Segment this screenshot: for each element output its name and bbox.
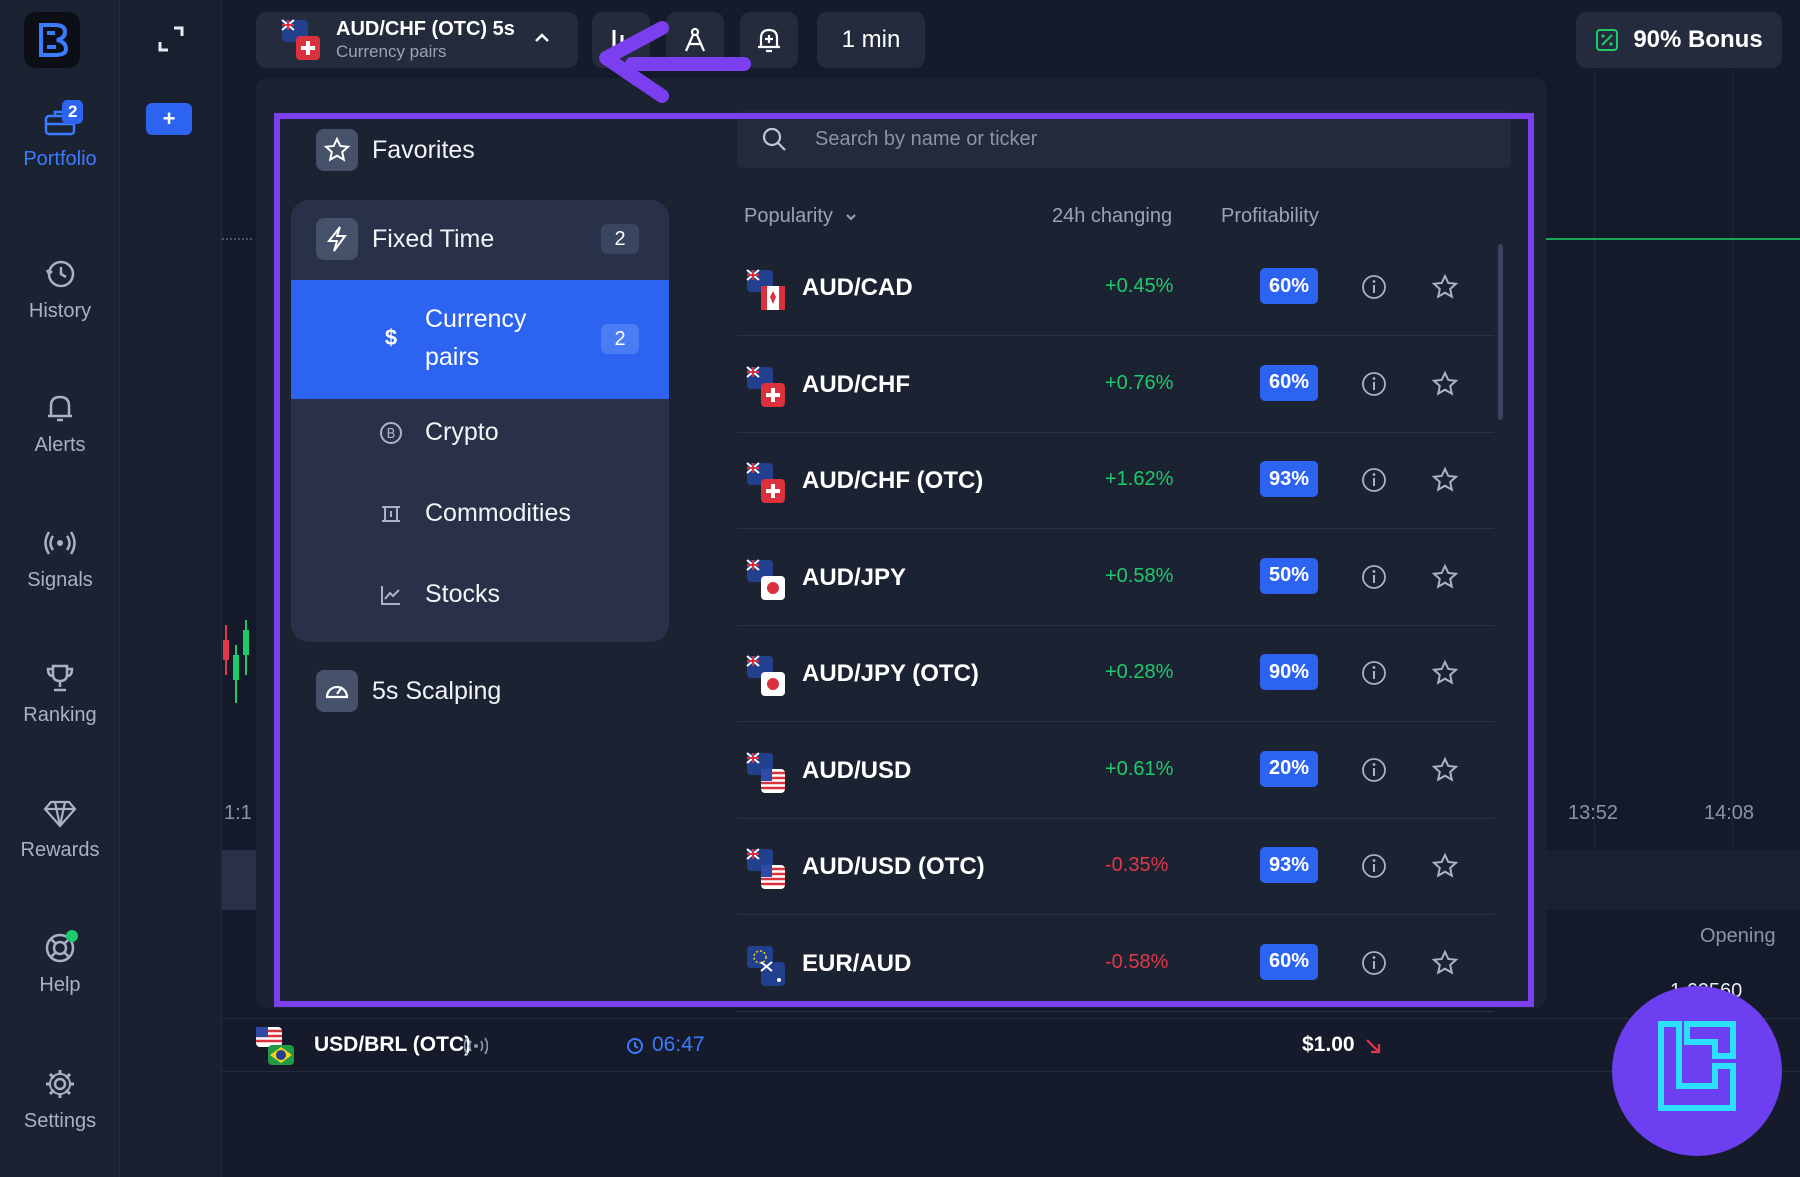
app-logo[interactable] xyxy=(24,12,80,68)
rail-ranking[interactable]: Ranking xyxy=(0,660,120,727)
grid-line xyxy=(1732,70,1733,850)
rail-portfolio[interactable]: 2 Portfolio xyxy=(0,100,120,171)
clock-icon xyxy=(627,1038,643,1054)
watermark-icon xyxy=(1658,1021,1736,1111)
chevron-up-icon xyxy=(535,33,549,42)
rail-signals-label: Signals xyxy=(27,569,93,591)
portfolio-badge: 2 xyxy=(62,100,84,124)
expand-icon[interactable] xyxy=(154,22,188,56)
aud-chf-flag-icon xyxy=(281,19,320,60)
bonus-label: 90% Bonus xyxy=(1633,26,1763,53)
trade-row[interactable]: USD/BRL (OTC) 06:47 $1.00 xyxy=(222,1018,1800,1072)
diamond-icon xyxy=(43,800,77,828)
asset-category: Currency pairs xyxy=(336,42,447,61)
asset-name: AUD/CHF (OTC) 5s xyxy=(336,18,515,40)
rail-rewards-label: Rewards xyxy=(20,839,100,861)
usd-brl-flag-icon xyxy=(256,1027,294,1065)
time-label-1: 13:52 xyxy=(1568,802,1619,824)
rail-help-label: Help xyxy=(39,974,81,996)
percent-icon xyxy=(1596,29,1619,51)
trade-pair: USD/BRL (OTC) xyxy=(314,1033,472,1056)
bonus-button[interactable]: 90% Bonus xyxy=(1576,12,1782,68)
bottom-tab-stub[interactable] xyxy=(222,850,260,910)
rail-settings[interactable]: Settings xyxy=(0,1066,120,1133)
history-icon xyxy=(45,260,75,288)
highlight-frame xyxy=(274,113,1534,1007)
trade-time: 06:47 xyxy=(652,1033,705,1056)
arrow-down-right-icon xyxy=(1366,1039,1381,1054)
rail-rewards[interactable]: Rewards xyxy=(0,795,120,862)
alarm-plus-icon xyxy=(758,28,780,53)
trophy-icon xyxy=(46,664,74,692)
trade-amount: $1.00 xyxy=(1302,1033,1355,1056)
rail-signals[interactable]: Signals xyxy=(0,525,120,592)
candles xyxy=(223,620,249,703)
right-panel-strip xyxy=(1545,850,1800,910)
price-line xyxy=(1545,238,1800,240)
signal-icon xyxy=(464,1037,488,1055)
rail-help[interactable]: Help xyxy=(0,930,120,997)
pointer-arrow-annotation xyxy=(599,21,751,103)
asset-selector[interactable]: AUD/CHF (OTC) 5s Currency pairs xyxy=(256,12,578,68)
opening-label: Opening xyxy=(1700,925,1776,947)
logo-icon xyxy=(39,23,69,57)
gear-icon xyxy=(46,1070,74,1098)
price-dotted-line xyxy=(222,238,252,240)
left-rail: 2 Portfolio History Alerts Signals Ranki… xyxy=(0,0,120,1177)
add-button[interactable]: + xyxy=(146,103,192,135)
time-label-2: 14:08 xyxy=(1704,802,1755,824)
timeframe-button[interactable]: 1 min xyxy=(817,12,925,68)
help-status-dot xyxy=(66,930,78,942)
rail-ranking-label: Ranking xyxy=(23,704,97,726)
rail-alerts-label: Alerts xyxy=(34,434,86,456)
rail-history[interactable]: History xyxy=(0,256,120,323)
grid-line xyxy=(1594,70,1595,850)
rail-settings-label: Settings xyxy=(23,1110,97,1132)
rail-history-label: History xyxy=(28,300,92,322)
rail-portfolio-label: Portfolio xyxy=(23,148,97,170)
bell-icon xyxy=(48,395,72,422)
time-label-left: 1:1 xyxy=(224,802,252,824)
secondary-column: + xyxy=(120,0,222,1177)
rail-alerts[interactable]: Alerts xyxy=(0,390,120,457)
signal-icon xyxy=(44,531,76,555)
watermark-logo xyxy=(1612,986,1782,1156)
